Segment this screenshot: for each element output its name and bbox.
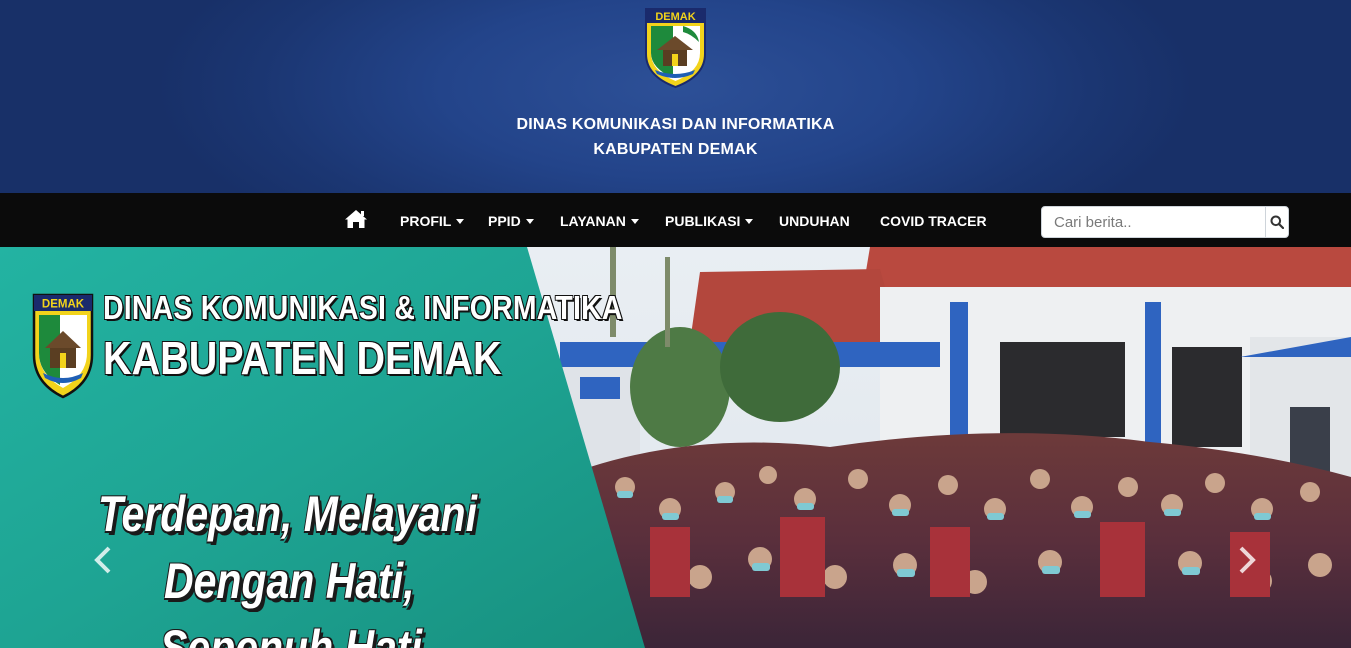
nav-item-publikasi[interactable]: PUBLIKASI [665,193,754,247]
nav-item-label: COVID TRACER [880,213,987,229]
nav-item-covid-tracer[interactable]: COVID TRACER [880,193,987,247]
hero-tagline-line1: Terdepan, Melayani [98,486,477,542]
hero-title-line1: DINAS KOMUNIKASI & INFORMATIKA [103,289,623,326]
svg-text:DEMAK: DEMAK [42,299,85,311]
demak-emblem-logo: DEMAK [32,293,94,399]
search-button[interactable] [1265,207,1288,237]
nav-item-unduhan[interactable]: UNDUHAN [779,193,850,247]
chevron-right-icon[interactable] [1236,545,1258,575]
chevron-down-icon [745,219,754,224]
hero-tagline-line3: Sepenuh Hati [160,620,422,648]
site-title-line1: DINAS KOMUNIKASI DAN INFORMATIKA [516,116,835,133]
svg-text:DEMAK: DEMAK [655,11,695,23]
chevron-down-icon [630,219,639,224]
demak-emblem-logo[interactable]: DEMAK [643,6,708,89]
nav-item-label: PUBLIKASI [665,213,741,229]
nav-item-profil[interactable]: PROFIL [400,193,465,247]
search-icon [1270,215,1284,229]
home-icon[interactable] [344,209,368,229]
search-box [1041,206,1289,238]
nav-item-label: LAYANAN [560,213,626,229]
nav-item-ppid[interactable]: PPID [488,193,534,247]
search-input[interactable] [1042,207,1265,237]
hero-carousel: DEMAK DINAS KOMUNIKASI & INFORMATIKA KAB… [0,247,1351,648]
hero-tagline-line2: Dengan Hati, [164,553,415,609]
chevron-down-icon [456,219,465,224]
hero-title-line2: KABUPATEN DEMAK [103,332,502,384]
site-title: DINAS KOMUNIKASI DAN INFORMATIKA KABUPAT… [0,112,1351,162]
nav-item-layanan[interactable]: LAYANAN [560,193,639,247]
nav-item-label: UNDUHAN [779,213,850,229]
chevron-down-icon [525,219,534,224]
site-header: DEMAK DINAS KOMUNIKASI DAN INFORMATIKA K… [0,0,1351,193]
nav-item-label: PROFIL [400,213,452,229]
chevron-left-icon[interactable] [92,545,114,575]
site-title-line2: KABUPATEN DEMAK [593,141,758,158]
nav-item-label: PPID [488,213,521,229]
